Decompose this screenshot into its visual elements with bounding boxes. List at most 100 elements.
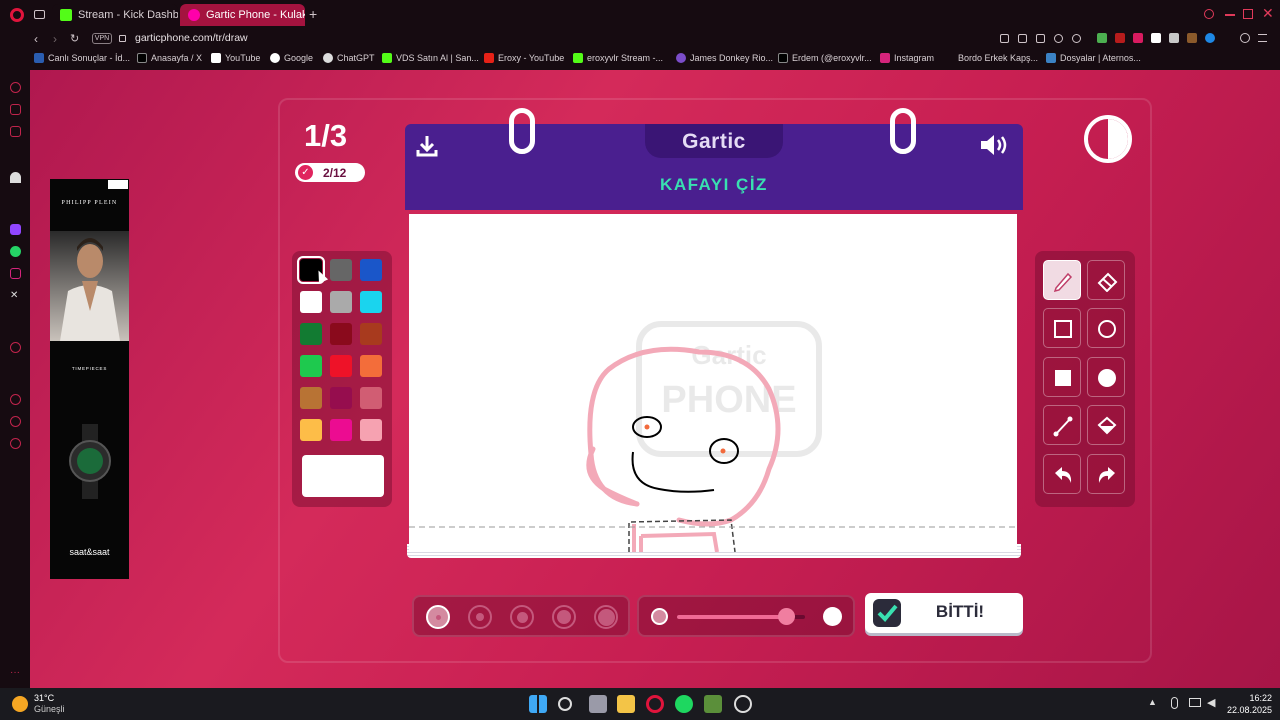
url-field[interactable]: garticphone.com/tr/draw (135, 32, 248, 44)
ellipse-outline-tool[interactable] (1087, 308, 1125, 348)
clock-time[interactable]: 16:22 (1232, 693, 1272, 703)
brush-size-button[interactable] (468, 605, 492, 629)
menu-icon[interactable] (1258, 34, 1267, 42)
color-swatch[interactable] (360, 419, 382, 441)
drawing-canvas[interactable]: Gartic PHONE (409, 214, 1017, 553)
color-swatch[interactable] (300, 323, 322, 345)
bookmark-item[interactable]: Canlı Sonuçlar - İd... (34, 53, 130, 63)
extension-icon[interactable] (1000, 34, 1009, 43)
bookmark-item[interactable]: Eroxy - YouTube (484, 53, 564, 63)
opera-taskbar-icon[interactable] (646, 695, 664, 713)
done-button[interactable]: BİTTİ! (865, 593, 1023, 633)
bookmark-item[interactable]: YouTube (211, 53, 260, 63)
reload-icon[interactable]: ↻ (70, 32, 79, 45)
bookmark-item[interactable]: Dosyalar | Aternos... (1046, 53, 1141, 63)
extension-icon[interactable] (1115, 33, 1125, 43)
color-swatch[interactable] (330, 387, 352, 409)
bookmark-item[interactable]: Anasayfa / X (137, 53, 202, 63)
vpn-badge[interactable]: VPN (92, 33, 112, 44)
color-swatch[interactable] (300, 355, 322, 377)
color-swatch[interactable] (360, 291, 382, 313)
extension-icon[interactable] (1133, 33, 1143, 43)
color-swatch[interactable] (360, 355, 382, 377)
line-tool[interactable] (1043, 405, 1081, 445)
settings-icon[interactable] (10, 438, 21, 449)
custom-color-swatch[interactable] (302, 455, 384, 497)
color-swatch[interactable] (330, 291, 352, 313)
bookmark-item[interactable]: Erdem (@eroxyvlr... (778, 53, 872, 63)
extension-icon[interactable] (1151, 33, 1161, 43)
app-icon[interactable] (734, 695, 752, 713)
forward-icon[interactable]: › (53, 32, 57, 46)
rectangle-fill-tool[interactable] (1043, 357, 1081, 397)
sidebar-icon[interactable] (10, 416, 21, 427)
sidebar-icon[interactable] (10, 104, 21, 115)
windows-start-icon[interactable] (529, 695, 547, 713)
weather-temperature[interactable]: 31°C (34, 693, 54, 703)
extension-icon[interactable] (1205, 33, 1215, 43)
twitch-icon[interactable] (10, 224, 21, 235)
bookmark-item[interactable]: Instagram (880, 53, 934, 63)
bookmark-item[interactable]: VDS Satın Al | San... (382, 53, 479, 63)
weather-condition[interactable]: Güneşli (34, 704, 65, 714)
tray-chevron-icon[interactable]: ▲ (1148, 697, 1157, 707)
color-swatch[interactable] (330, 419, 352, 441)
close-window-button[interactable]: ✕ (1262, 5, 1274, 22)
brush-size-button[interactable] (594, 605, 618, 629)
sidebar-icon[interactable] (10, 126, 21, 137)
aria-icon[interactable] (10, 172, 21, 183)
advertisement[interactable]: PHILIPP PLEIN TIMEPIECES saat&saat (50, 179, 129, 579)
brush-size-button[interactable] (426, 605, 450, 629)
brush-size-button[interactable] (510, 605, 534, 629)
color-swatch[interactable] (360, 259, 382, 281)
color-swatch[interactable] (300, 387, 322, 409)
profile-icon[interactable] (1240, 33, 1250, 43)
drawing-surface[interactable]: Gartic PHONE (409, 214, 1017, 553)
sidebar-icon[interactable] (10, 82, 21, 93)
color-swatch[interactable] (330, 323, 352, 345)
new-tab-button[interactable]: + (309, 7, 317, 21)
color-swatch[interactable] (300, 291, 322, 313)
volume-icon[interactable]: ◀ (1207, 696, 1215, 709)
bookmark-item[interactable]: Bordo Erkek Kapş... (958, 53, 1038, 63)
tab-workspace-icon[interactable] (34, 10, 45, 19)
maximize-button[interactable] (1243, 9, 1253, 19)
pencil-tool[interactable] (1043, 260, 1081, 300)
opacity-slider-handle[interactable] (778, 608, 795, 625)
color-swatch[interactable] (360, 387, 382, 409)
bookmark-item[interactable]: Google (270, 53, 313, 63)
tab-kick-dashboard[interactable]: Stream - Kick Dashboard (52, 4, 178, 26)
download-icon[interactable] (415, 134, 439, 163)
whatsapp-icon[interactable] (10, 246, 21, 257)
minecraft-icon[interactable] (704, 695, 722, 713)
redo-tool[interactable] (1087, 454, 1125, 494)
spotify-icon[interactable] (675, 695, 693, 713)
bookmark-item[interactable]: James Donkey Rio... (676, 53, 773, 63)
back-icon[interactable]: ‹ (34, 32, 38, 46)
contrast-toggle-icon[interactable] (1084, 115, 1132, 163)
extension-icon[interactable] (1054, 34, 1063, 43)
fill-bucket-tool[interactable] (1087, 405, 1125, 445)
history-icon[interactable] (10, 394, 21, 405)
x-icon[interactable]: ✕ (10, 290, 21, 301)
file-explorer-icon[interactable] (617, 695, 635, 713)
extension-icon[interactable] (1018, 34, 1027, 43)
search-icon[interactable] (558, 697, 572, 711)
bookmark-item[interactable]: ChatGPT (323, 53, 375, 63)
rectangle-outline-tool[interactable] (1043, 308, 1081, 348)
ad-info-icon[interactable] (108, 180, 128, 189)
extension-icon[interactable] (1169, 33, 1179, 43)
brush-size-button[interactable] (552, 605, 576, 629)
instagram-icon[interactable] (10, 268, 21, 279)
opera-logo-icon[interactable] (10, 8, 24, 22)
color-swatch[interactable] (330, 259, 352, 281)
extension-icon[interactable] (1072, 34, 1081, 43)
task-view-icon[interactable] (589, 695, 607, 713)
extension-icon[interactable] (1036, 34, 1045, 43)
search-tabs-icon[interactable] (1204, 9, 1214, 19)
extension-icon[interactable] (1097, 33, 1107, 43)
color-swatch[interactable] (300, 419, 322, 441)
network-icon[interactable] (1189, 698, 1201, 707)
color-swatch[interactable] (330, 355, 352, 377)
tab-gartic-phone[interactable]: Gartic Phone - Kulaktan K (180, 4, 305, 26)
